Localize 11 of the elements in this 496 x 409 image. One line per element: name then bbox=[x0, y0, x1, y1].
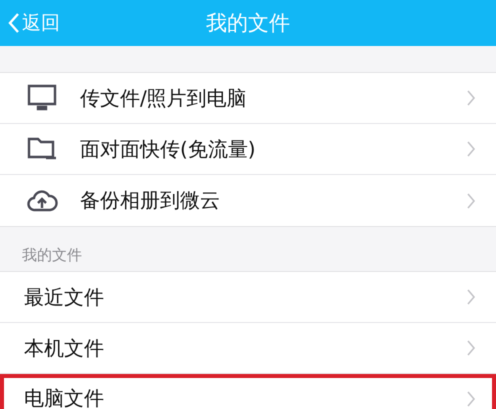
section-title: 我的文件 bbox=[22, 246, 82, 265]
back-chevron-icon bbox=[8, 12, 20, 34]
chevron-icon bbox=[466, 390, 476, 408]
list-item[interactable]: 电脑文件 bbox=[0, 374, 496, 409]
chevron-icon bbox=[466, 288, 476, 306]
chevron-icon bbox=[466, 89, 476, 107]
chevron-icon bbox=[466, 140, 476, 158]
chevron-icon bbox=[466, 339, 476, 357]
monitor-icon bbox=[26, 83, 58, 113]
chevron-icon bbox=[466, 192, 476, 210]
page-title: 我的文件 bbox=[206, 11, 290, 35]
